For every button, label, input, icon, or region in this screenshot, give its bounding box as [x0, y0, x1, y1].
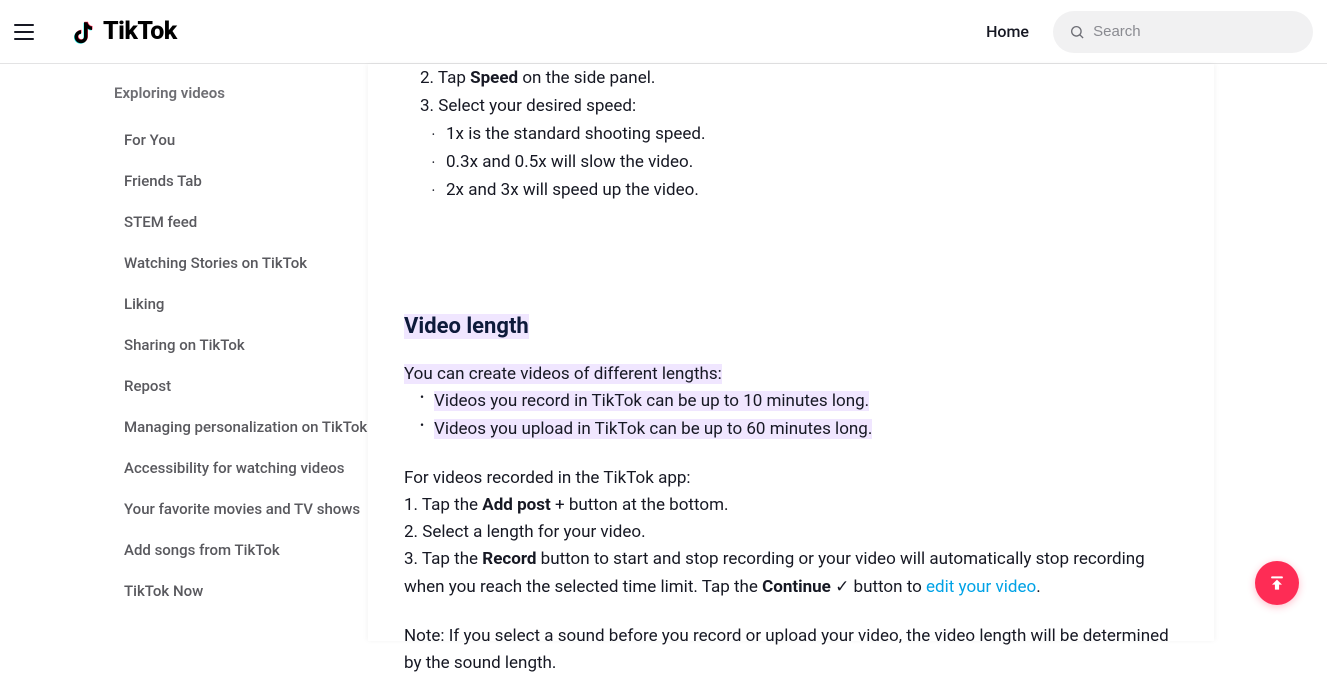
sidebar-item-personalization[interactable]: Managing personalization on TikTok	[124, 407, 368, 448]
tiktok-logo-icon	[74, 18, 98, 46]
sidebar-item-for-you[interactable]: For You	[124, 120, 368, 161]
article-content: 2. Tap Speed on the side panel. 3. Selec…	[368, 64, 1214, 641]
scroll-to-top-button[interactable]	[1255, 561, 1299, 605]
intro-text: You can create videos of different lengt…	[404, 361, 1178, 388]
rec-step-1: 1. Tap the Add post + button at the bott…	[404, 492, 1178, 519]
logo[interactable]: TikTok	[74, 17, 177, 46]
sidebar-item-add-songs[interactable]: Add songs from TikTok	[124, 530, 368, 571]
search-box[interactable]	[1053, 11, 1313, 53]
speed-sub-1: 1x is the standard shooting speed.	[404, 120, 1178, 148]
sidebar-item-sharing[interactable]: Sharing on TikTok	[124, 325, 368, 366]
sidebar-item-watching-stories[interactable]: Watching Stories on TikTok	[124, 243, 368, 284]
rec-step-2: 2. Select a length for your video.	[404, 519, 1178, 546]
sidebar-item-repost[interactable]: Repost	[124, 366, 368, 407]
arrow-up-icon	[1267, 573, 1287, 593]
search-icon	[1069, 23, 1085, 41]
section-title-video-length: Video length	[404, 314, 529, 339]
length-bullet-2: Videos you upload in TikTok can be up to…	[404, 416, 1178, 443]
sidebar-item-movies-tv[interactable]: Your favorite movies and TV shows	[124, 489, 368, 530]
sidebar-item-tiktok-now[interactable]: TikTok Now	[124, 571, 368, 612]
logo-text: TikTok	[103, 17, 177, 46]
sidebar-item-accessibility[interactable]: Accessibility for watching videos	[124, 448, 368, 489]
length-bullet-1: Videos you record in TikTok can be up to…	[404, 388, 1178, 415]
home-link[interactable]: Home	[986, 22, 1029, 41]
search-input[interactable]	[1093, 23, 1297, 40]
edit-video-link[interactable]: edit your video	[926, 577, 1036, 597]
rec-step-3: 3. Tap the Record button to start and st…	[404, 546, 1178, 600]
speed-sub-2: 0.3x and 0.5x will slow the video.	[404, 148, 1178, 176]
sidebar-item-stem-feed[interactable]: STEM feed	[124, 202, 368, 243]
note-text: Note: If you select a sound before you r…	[404, 623, 1178, 677]
speed-sub-3: 2x and 3x will speed up the video.	[404, 176, 1178, 204]
menu-icon[interactable]	[14, 20, 38, 44]
sidebar-item-liking[interactable]: Liking	[124, 284, 368, 325]
recorded-intro: For videos recorded in the TikTok app:	[404, 465, 1178, 492]
sidebar-item-friends-tab[interactable]: Friends Tab	[124, 161, 368, 202]
sidebar: Exploring videos For You Friends Tab STE…	[0, 64, 368, 641]
speed-step-3: 3. Select your desired speed:	[404, 92, 1178, 120]
speed-step-2: 2. Tap Speed on the side panel.	[404, 64, 1178, 92]
sidebar-heading: Exploring videos	[114, 84, 368, 102]
header: TikTok Home	[0, 0, 1327, 64]
